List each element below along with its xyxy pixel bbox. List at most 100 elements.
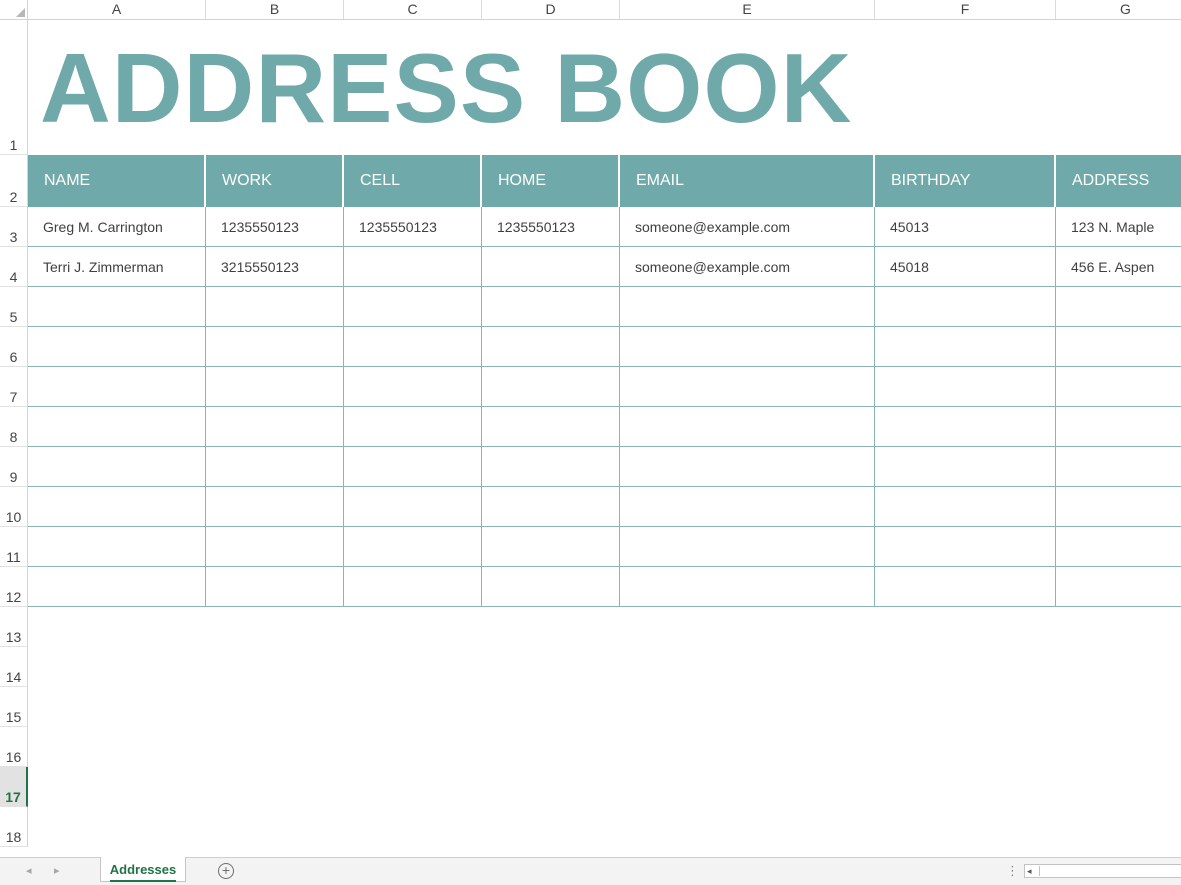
cell-birthday[interactable] [875, 407, 1056, 447]
cell-home[interactable] [482, 447, 620, 487]
cell-work[interactable]: 3215550123 [206, 247, 344, 287]
cell-address[interactable] [1056, 287, 1181, 327]
cell-address[interactable]: 123 N. Maple [1056, 207, 1181, 247]
cell-home[interactable] [482, 487, 620, 527]
cell-birthday[interactable] [875, 287, 1056, 327]
row-header-11[interactable]: 11 [0, 527, 28, 567]
row-header-18[interactable]: 18 [0, 807, 28, 847]
cell-address[interactable] [1056, 487, 1181, 527]
row-header-2[interactable]: 2 [0, 155, 28, 207]
cell-address[interactable] [1056, 527, 1181, 567]
row-header-1[interactable]: 1 [0, 19, 28, 155]
column-header-a[interactable]: A [28, 0, 206, 19]
row-header-15[interactable]: 15 [0, 687, 28, 727]
cell-home[interactable] [482, 567, 620, 607]
row-header-3[interactable]: 3 [0, 207, 28, 247]
cell-name[interactable] [28, 367, 206, 407]
cell-email[interactable] [620, 447, 875, 487]
cell-address[interactable] [1056, 447, 1181, 487]
header-address[interactable]: ADDRESS [1056, 155, 1181, 207]
next-sheet-icon[interactable]: ▸ [54, 864, 60, 877]
select-all-button[interactable] [0, 0, 28, 19]
cell-email[interactable] [620, 407, 875, 447]
cell-cell[interactable] [344, 487, 482, 527]
cell-name[interactable] [28, 407, 206, 447]
cell-address[interactable] [1056, 367, 1181, 407]
cell-cell[interactable] [344, 367, 482, 407]
horizontal-scrollbar[interactable]: ◂ [1024, 864, 1181, 878]
scroll-left-icon[interactable]: ◂ [1027, 865, 1032, 877]
header-birthday[interactable]: BIRTHDAY [875, 155, 1056, 207]
sheet-tab-addresses[interactable]: Addresses [100, 857, 186, 882]
prev-sheet-icon[interactable]: ◂ [26, 864, 32, 877]
cell-work[interactable] [206, 487, 344, 527]
cell-birthday[interactable] [875, 487, 1056, 527]
cell-birthday[interactable] [875, 367, 1056, 407]
row-header-13[interactable]: 13 [0, 607, 28, 647]
cell-cell[interactable] [344, 247, 482, 287]
cell-home[interactable] [482, 407, 620, 447]
cell-name[interactable] [28, 487, 206, 527]
cell-cell[interactable] [344, 287, 482, 327]
cell-email[interactable] [620, 567, 875, 607]
cell-cell[interactable]: 1235550123 [344, 207, 482, 247]
row-header-17[interactable]: 17 [0, 767, 28, 807]
row-header-14[interactable]: 14 [0, 647, 28, 687]
column-header-c[interactable]: C [344, 0, 482, 19]
cell-email[interactable] [620, 327, 875, 367]
cell-work[interactable] [206, 527, 344, 567]
cell-work[interactable]: 1235550123 [206, 207, 344, 247]
cell-name[interactable]: Terri J. Zimmerman [28, 247, 206, 287]
cell-birthday[interactable]: 45013 [875, 207, 1056, 247]
column-header-f[interactable]: F [875, 0, 1056, 19]
column-header-b[interactable]: B [206, 0, 344, 19]
row-header-16[interactable]: 16 [0, 727, 28, 767]
cell-home[interactable] [482, 527, 620, 567]
cell-name[interactable]: Greg M. Carrington [28, 207, 206, 247]
row-header-9[interactable]: 9 [0, 447, 28, 487]
cell-email[interactable] [620, 367, 875, 407]
header-work[interactable]: WORK [206, 155, 344, 207]
column-header-e[interactable]: E [620, 0, 875, 19]
cell-birthday[interactable] [875, 447, 1056, 487]
header-cell[interactable]: CELL [344, 155, 482, 207]
cell-cell[interactable] [344, 567, 482, 607]
cell-email[interactable]: someone@example.com [620, 247, 875, 287]
cell-home[interactable] [482, 247, 620, 287]
cell-birthday[interactable] [875, 567, 1056, 607]
cell-cell[interactable] [344, 527, 482, 567]
cell-work[interactable] [206, 367, 344, 407]
cell-email[interactable] [620, 487, 875, 527]
header-home[interactable]: HOME [482, 155, 620, 207]
cell-email[interactable] [620, 287, 875, 327]
cell-birthday[interactable]: 45018 [875, 247, 1056, 287]
cell-home[interactable] [482, 287, 620, 327]
more-options-icon[interactable]: ⋮ [1006, 863, 1019, 879]
cell-birthday[interactable] [875, 527, 1056, 567]
spreadsheet-grid[interactable]: ABCDEFG 1 2 3 4 5 6 7 8 9 10 11 12 13 14 15 16 17 18 ADDR… [0, 0, 1181, 857]
cell-name[interactable] [28, 287, 206, 327]
cell-work[interactable] [206, 407, 344, 447]
cell-email[interactable]: someone@example.com [620, 207, 875, 247]
cell-home[interactable] [482, 367, 620, 407]
header-email[interactable]: EMAIL [620, 155, 875, 207]
cell-cell[interactable] [344, 407, 482, 447]
row-header-10[interactable]: 10 [0, 487, 28, 527]
scrollbar-thumb[interactable] [1039, 866, 1181, 876]
row-header-7[interactable]: 7 [0, 367, 28, 407]
row-header-6[interactable]: 6 [0, 327, 28, 367]
header-name[interactable]: NAME [28, 155, 206, 207]
cell-name[interactable] [28, 447, 206, 487]
cell-name[interactable] [28, 527, 206, 567]
row-header-12[interactable]: 12 [0, 567, 28, 607]
add-sheet-button[interactable]: + [218, 863, 234, 879]
cell-address[interactable] [1056, 567, 1181, 607]
cell-work[interactable] [206, 447, 344, 487]
cell-home[interactable]: 1235550123 [482, 207, 620, 247]
cell-work[interactable] [206, 287, 344, 327]
row-header-5[interactable]: 5 [0, 287, 28, 327]
cell-address[interactable]: 456 E. Aspen [1056, 247, 1181, 287]
column-header-d[interactable]: D [482, 0, 620, 19]
cell-address[interactable] [1056, 407, 1181, 447]
column-header-g[interactable]: G [1056, 0, 1181, 19]
